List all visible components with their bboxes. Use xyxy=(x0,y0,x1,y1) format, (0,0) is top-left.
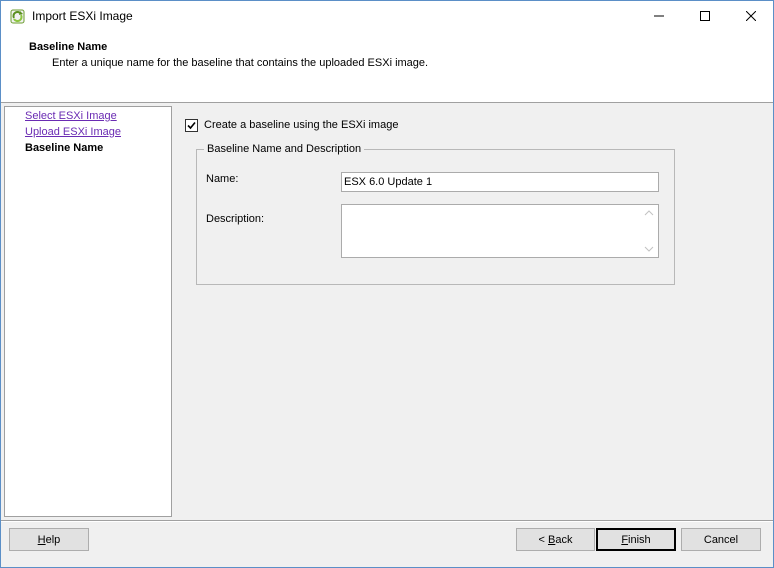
footer-divider xyxy=(1,520,773,522)
help-button[interactable]: Help xyxy=(9,528,89,551)
baseline-description-textarea[interactable] xyxy=(341,204,659,258)
baseline-name-input[interactable] xyxy=(341,172,659,192)
title-bar[interactable]: Import ESXi Image xyxy=(1,1,773,31)
close-icon xyxy=(746,11,756,21)
create-baseline-option[interactable]: Create a baseline using the ESXi image xyxy=(185,117,398,133)
vmware-update-icon xyxy=(10,9,25,24)
cancel-button[interactable]: Cancel xyxy=(681,528,761,551)
maximize-button[interactable] xyxy=(682,1,728,31)
baseline-name-description-group: Baseline Name and Description Name: Desc… xyxy=(196,143,675,285)
create-baseline-label[interactable]: Create a baseline using the ESXi image xyxy=(204,119,398,131)
import-esxi-image-window: Import ESXi Image Baseline Name Enter a … xyxy=(0,0,774,568)
checkmark-icon xyxy=(187,121,196,129)
page-subtitle: Enter a unique name for the baseline tha… xyxy=(52,57,429,69)
description-scrollbar[interactable] xyxy=(641,205,658,257)
wizard-header: Baseline Name Enter a unique name for th… xyxy=(1,31,773,103)
wizard-steps-pane: Select ESXi Image Upload ESXi Image Base… xyxy=(4,106,172,517)
back-label: < Back xyxy=(538,533,573,546)
close-button[interactable] xyxy=(728,1,774,31)
window-title: Import ESXi Image xyxy=(32,9,133,23)
minimize-button[interactable] xyxy=(636,1,682,31)
back-button[interactable]: < Back xyxy=(516,528,595,551)
step-select-esxi-image[interactable]: Select ESXi Image xyxy=(25,110,117,122)
step-upload-esxi-image[interactable]: Upload ESXi Image xyxy=(25,126,121,138)
page-title: Baseline Name xyxy=(29,41,108,53)
help-label: Help xyxy=(37,533,61,546)
step-baseline-name: Baseline Name xyxy=(25,142,104,154)
maximize-icon xyxy=(700,11,710,21)
minimize-icon xyxy=(654,15,664,17)
create-baseline-checkbox[interactable] xyxy=(185,118,198,132)
finish-button[interactable]: Finish xyxy=(596,528,676,551)
scroll-up-icon[interactable] xyxy=(644,210,654,216)
description-label: Description: xyxy=(206,213,265,225)
finish-label: Finish xyxy=(621,533,651,546)
cancel-label: Cancel xyxy=(703,533,739,546)
name-label: Name: xyxy=(206,173,239,185)
scroll-down-icon[interactable] xyxy=(644,246,654,252)
group-legend: Baseline Name and Description xyxy=(204,143,365,155)
